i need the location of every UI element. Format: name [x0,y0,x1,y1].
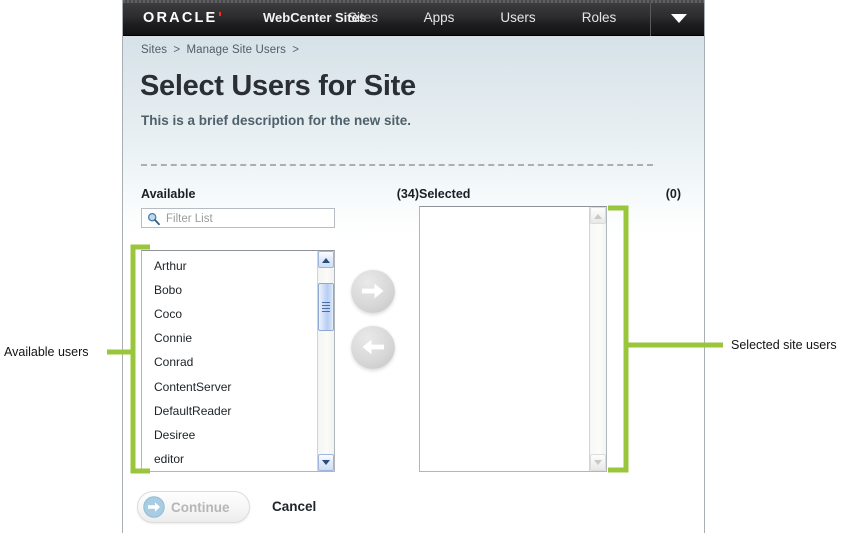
oracle-logo: ORACLE [143,10,222,26]
scrollbar-thumb[interactable] [318,283,334,331]
scroll-down-button-disabled [590,454,606,471]
list-item[interactable]: Bobo [142,278,317,302]
breadcrumb-separator-trailing: > [292,44,300,56]
available-count-badge: (34) [396,187,419,201]
continue-button[interactable]: Continue [137,491,250,523]
selected-users-listbox[interactable] [419,206,607,472]
page-title: Select Users for Site [140,70,416,102]
scroll-up-button-disabled [590,207,606,224]
available-users-list[interactable]: Arthur Bobo Coco Connie Conrad ContentServer D… [142,251,317,471]
chevron-up-icon [594,213,602,219]
arrow-left-icon [362,339,384,355]
chevron-down-icon [670,14,687,23]
filter-input-wrapper[interactable] [141,208,335,229]
arrow-right-circle-icon [143,496,165,518]
continue-button-label: Continue [171,500,230,515]
application-window: ORACLE WebCenter Sites Sites Apps Users … [122,0,705,533]
chevron-up-icon [322,257,330,263]
nav-item-sites[interactable]: Sites [335,9,391,27]
nav-item-roles[interactable]: Roles [571,9,627,27]
list-item[interactable]: DefaultReader [142,399,317,423]
scroll-up-button[interactable] [318,251,334,268]
remove-from-selected-button[interactable] [351,325,395,369]
scrollbar-grip-icon [322,302,330,312]
add-to-selected-button[interactable] [351,269,395,313]
list-item[interactable]: Conrad [142,351,317,375]
arrow-right-icon [362,283,384,299]
search-icon [147,212,160,225]
available-list-label: Available [141,187,196,201]
annotation-label-available-users: Available users [4,345,89,359]
list-item[interactable]: Connie [142,327,317,351]
selected-scrollbar [589,207,606,471]
annotation-label-selected-site-users: Selected site users [731,338,837,352]
top-navigation-bar: ORACLE WebCenter Sites Sites Apps Users … [123,0,704,36]
breadcrumb-item-sites[interactable]: Sites [141,44,167,56]
list-item[interactable]: Coco [142,302,317,326]
selected-count-badge: (0) [665,187,681,201]
breadcrumb-separator: > [173,44,181,56]
nav-item-users[interactable]: Users [489,9,547,27]
page-description: This is a brief description for the new … [141,113,412,128]
selected-users-list[interactable] [420,207,589,471]
list-item[interactable]: Desiree [142,423,317,447]
nav-texture-strip [123,0,704,3]
breadcrumb-item-manage-site-users[interactable]: Manage Site Users [187,44,287,56]
content-area: Sites > Manage Site Users > Select Users… [123,36,704,533]
filter-input[interactable] [164,209,334,229]
list-item[interactable]: editor [142,448,317,472]
breadcrumb: Sites > Manage Site Users > [141,44,302,56]
available-users-listbox[interactable]: Arthur Bobo Coco Connie Conrad ContentServer D… [141,250,335,472]
chevron-down-icon [594,459,602,465]
selected-list-label: Selected [419,187,471,201]
available-scrollbar[interactable] [317,251,334,471]
scroll-down-button[interactable] [318,454,334,471]
list-item[interactable]: Arthur [142,254,317,278]
cancel-button[interactable]: Cancel [272,498,316,516]
list-item[interactable]: ContentServer [142,375,317,399]
nav-item-apps[interactable]: Apps [411,9,467,27]
nav-menu-button[interactable] [651,3,704,36]
section-divider [141,164,653,166]
chevron-down-icon [322,459,330,465]
